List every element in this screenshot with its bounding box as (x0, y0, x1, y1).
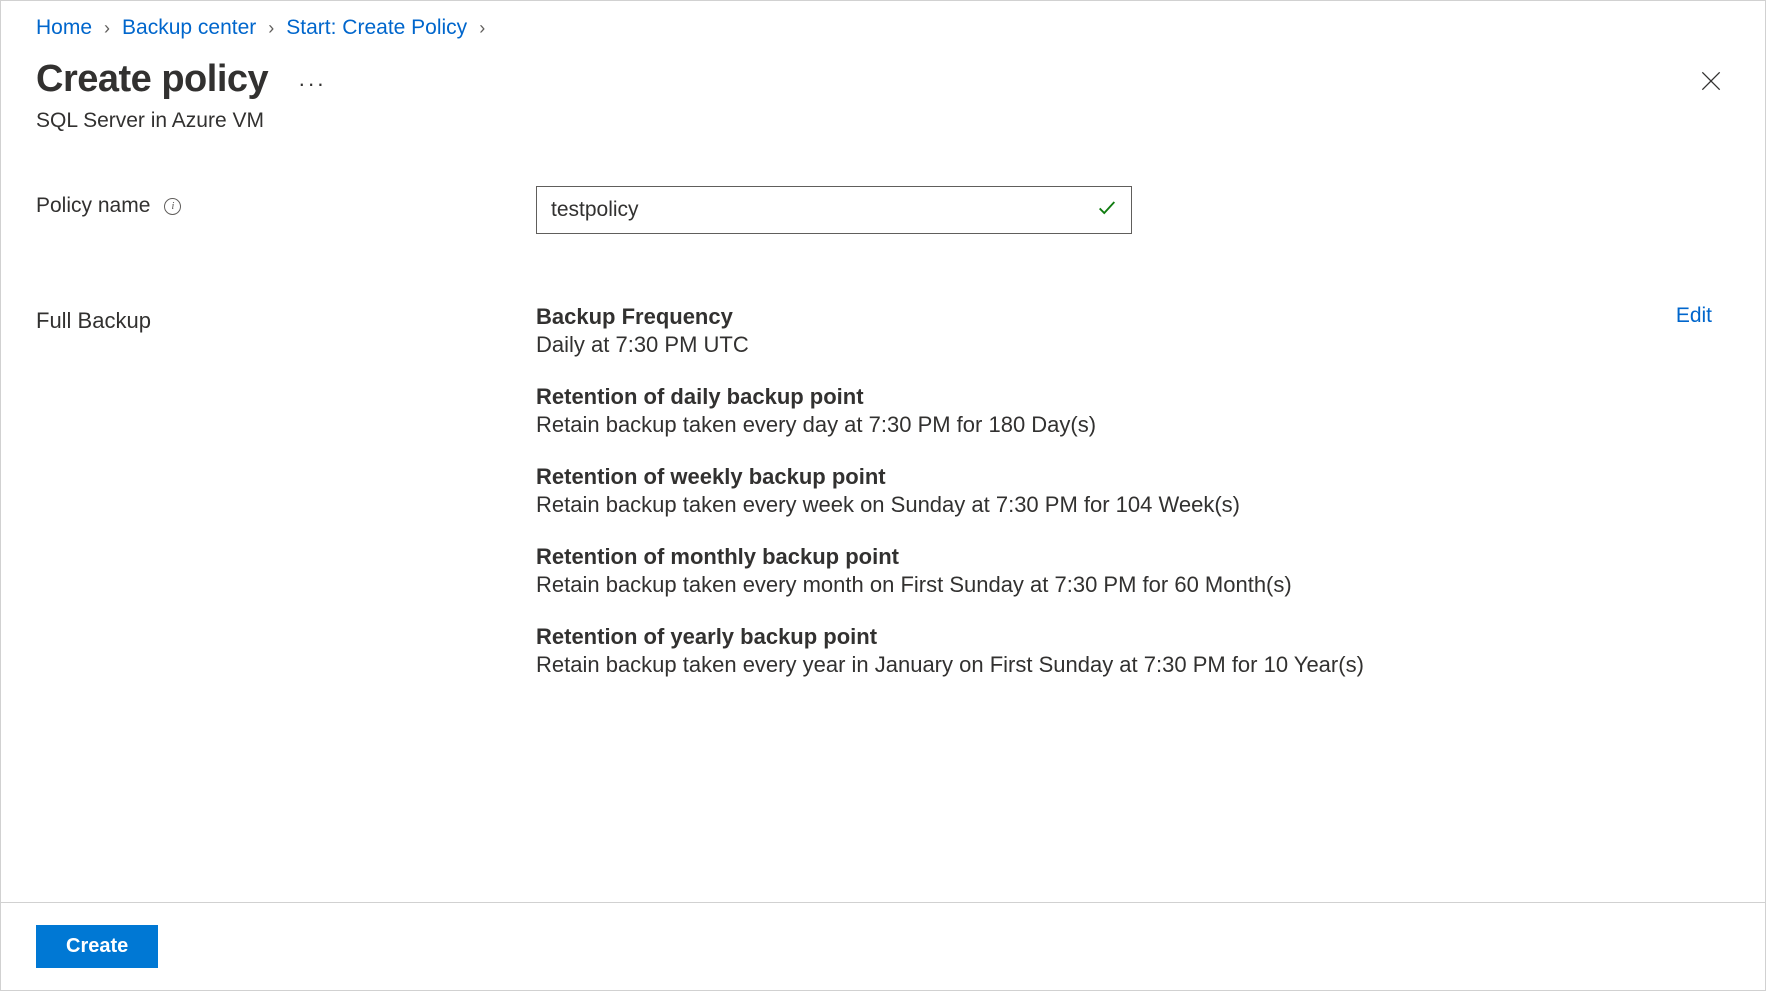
policy-name-input[interactable] (536, 186, 1132, 234)
edit-full-backup-link[interactable]: Edit (1676, 304, 1712, 328)
retention-weekly-title: Retention of weekly backup point (536, 464, 1730, 490)
policy-name-label: Policy name (36, 194, 150, 218)
chevron-right-icon: › (268, 18, 274, 39)
form-scroll-area[interactable]: Policy name i Full Backup (36, 186, 1755, 902)
full-backup-label: Full Backup (36, 304, 536, 334)
chevron-right-icon: › (479, 18, 485, 39)
info-icon[interactable]: i (164, 198, 181, 215)
retention-weekly-text: Retain backup taken every week on Sunday… (536, 492, 1730, 518)
retention-monthly-text: Retain backup taken every month on First… (536, 572, 1730, 598)
backup-frequency-title: Backup Frequency (536, 304, 749, 330)
page-subtitle: SQL Server in Azure VM (36, 109, 1730, 133)
more-actions-icon[interactable]: ··· (298, 73, 326, 95)
breadcrumb-start-create-policy[interactable]: Start: Create Policy (286, 16, 467, 40)
close-button[interactable] (1694, 64, 1728, 103)
retention-daily-title: Retention of daily backup point (536, 384, 1730, 410)
close-icon (1698, 68, 1724, 94)
breadcrumb-home[interactable]: Home (36, 16, 92, 40)
retention-daily-text: Retain backup taken every day at 7:30 PM… (536, 412, 1730, 438)
breadcrumb: Home › Backup center › Start: Create Pol… (36, 16, 1730, 40)
chevron-right-icon: › (104, 18, 110, 39)
create-button[interactable]: Create (36, 925, 158, 968)
retention-yearly-title: Retention of yearly backup point (536, 624, 1730, 650)
retention-monthly-title: Retention of monthly backup point (536, 544, 1730, 570)
breadcrumb-backup-center[interactable]: Backup center (122, 16, 256, 40)
footer-bar: Create (1, 902, 1765, 990)
retention-yearly-text: Retain backup taken every year in Januar… (536, 652, 1730, 678)
page-title: Create policy (36, 58, 268, 101)
backup-frequency-text: Daily at 7:30 PM UTC (536, 332, 749, 358)
